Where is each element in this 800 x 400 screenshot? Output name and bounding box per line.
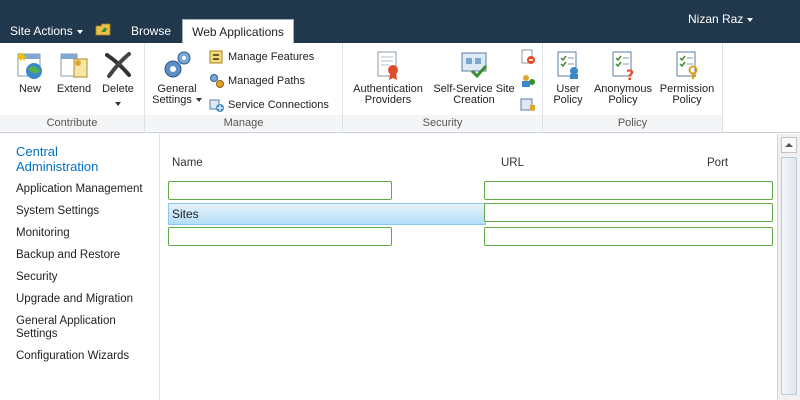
web-part-security-icon[interactable] — [520, 97, 536, 113]
name-field-row-3[interactable] — [168, 227, 392, 246]
column-header-port[interactable]: Port — [707, 157, 728, 169]
nav-general-application-settings[interactable]: General Application Settings — [16, 315, 146, 341]
perm-policy-label-2: Policy — [672, 94, 702, 106]
service-connections-label: Service Connections — [228, 99, 329, 111]
self-service-label-2: Creation — [453, 94, 495, 106]
features-icon — [209, 50, 223, 64]
nav-title-line-1: Central — [16, 144, 58, 159]
ribbon: New Extend Delete Contribute General Set… — [0, 43, 800, 133]
site-actions-menu[interactable]: Site Actions — [10, 24, 83, 38]
service-connections-icon — [209, 99, 224, 113]
nav-upgrade-and-migration[interactable]: Upgrade and Migration — [16, 293, 158, 306]
policy-group-label: Policy — [543, 115, 722, 131]
delete-button[interactable]: Delete — [98, 49, 138, 110]
policy-group: User Policy ? Anonymous Policy Permissio… — [543, 43, 723, 133]
nav-configuration-wizards[interactable]: Configuration Wizards — [16, 350, 158, 363]
paths-icon — [210, 74, 224, 89]
authentication-providers-button[interactable]: Authentication Providers — [345, 49, 431, 106]
scroll-thumb[interactable] — [781, 157, 797, 395]
manage-group: General Settings Manage Features Managed… — [145, 43, 343, 133]
user-policy-icon — [557, 51, 578, 79]
user-policy-button[interactable]: User Policy — [545, 49, 591, 106]
sites-label: Sites — [172, 207, 199, 221]
anon-policy-label-2: Policy — [608, 94, 638, 106]
navigate-up-icon[interactable] — [95, 22, 111, 36]
tab-web-applications[interactable]: Web Applications — [182, 19, 294, 44]
auth-providers-label-2: Providers — [364, 94, 412, 106]
url-field-row-1[interactable] — [484, 181, 773, 200]
contribute-group-label: Contribute — [0, 115, 144, 131]
blocked-file-types-icon[interactable] — [520, 49, 536, 65]
delete-icon — [105, 52, 131, 78]
certificate-icon — [377, 51, 398, 80]
extend-button[interactable]: Extend — [54, 49, 94, 95]
left-navigation: Central Administration Application Manag… — [0, 134, 160, 400]
column-header-name[interactable]: Name — [172, 157, 203, 169]
manage-features-button[interactable]: Manage Features — [209, 47, 314, 67]
site-actions-label: Site Actions — [10, 24, 73, 38]
new-web-app-icon — [17, 52, 42, 79]
chevron-down-icon — [195, 98, 202, 103]
column-header-url[interactable]: URL — [501, 157, 524, 169]
site-creation-icon — [461, 52, 488, 79]
tab-browse[interactable]: Browse — [131, 24, 171, 38]
chevron-down-icon — [747, 17, 754, 22]
anonymous-policy-icon: ? — [612, 51, 634, 81]
general-settings-button[interactable]: General Settings — [151, 49, 203, 106]
main-content: Name URL Port Sites — [161, 134, 777, 400]
manage-group-label: Manage — [145, 115, 342, 131]
chevron-down-icon — [76, 29, 83, 34]
service-connections-button[interactable]: Service Connections — [209, 95, 329, 115]
url-field-row-3[interactable] — [484, 227, 773, 246]
self-service-site-creation-button[interactable]: Self-Service Site Creation — [431, 49, 517, 106]
permission-policy-button[interactable]: Permission Policy — [655, 49, 719, 106]
delete-label: Delete — [102, 83, 134, 95]
svg-text:?: ? — [626, 68, 634, 81]
scroll-up-button[interactable] — [781, 137, 797, 153]
extend-web-app-icon — [60, 53, 88, 78]
nav-backup-and-restore[interactable]: Backup and Restore — [16, 249, 158, 262]
arrow-up-icon — [785, 143, 793, 147]
manage-features-label: Manage Features — [228, 51, 315, 63]
user-policy-label-2: Policy — [553, 94, 583, 106]
vertical-scrollbar[interactable] — [777, 134, 800, 400]
chevron-down-icon — [115, 102, 121, 107]
new-button[interactable]: New — [10, 49, 50, 95]
nav-system-settings[interactable]: System Settings — [16, 205, 158, 218]
central-administration-link[interactable]: Central Administration — [16, 144, 156, 174]
security-group-label: Security — [343, 115, 542, 131]
url-field-row-2[interactable] — [484, 203, 773, 222]
contribute-group: New Extend Delete Contribute — [0, 43, 145, 133]
top-bar: Site Actions Browse Web Applications Niz… — [0, 0, 800, 44]
general-settings-label-2: Settings — [152, 94, 192, 106]
extend-label: Extend — [56, 83, 92, 95]
nav-title-line-2: Administration — [16, 159, 99, 174]
gears-icon — [164, 51, 191, 78]
name-field-row-1[interactable] — [168, 181, 392, 200]
anonymous-policy-button[interactable]: ? Anonymous Policy — [591, 49, 655, 106]
nav-security[interactable]: Security — [16, 271, 158, 284]
selected-row-sites[interactable]: Sites — [168, 203, 486, 225]
security-group: Authentication Providers Self-Service Si… — [343, 43, 543, 133]
new-label: New — [18, 83, 41, 95]
nav-monitoring[interactable]: Monitoring — [16, 227, 158, 240]
managed-paths-label: Managed Paths — [228, 75, 306, 87]
permission-policy-icon — [676, 51, 698, 79]
managed-paths-button[interactable]: Managed Paths — [209, 71, 305, 91]
user-name: Nizan Raz — [688, 12, 744, 26]
user-menu[interactable]: Nizan Raz — [688, 12, 754, 26]
user-permissions-icon[interactable] — [520, 73, 536, 89]
nav-application-management[interactable]: Application Management — [16, 183, 158, 196]
